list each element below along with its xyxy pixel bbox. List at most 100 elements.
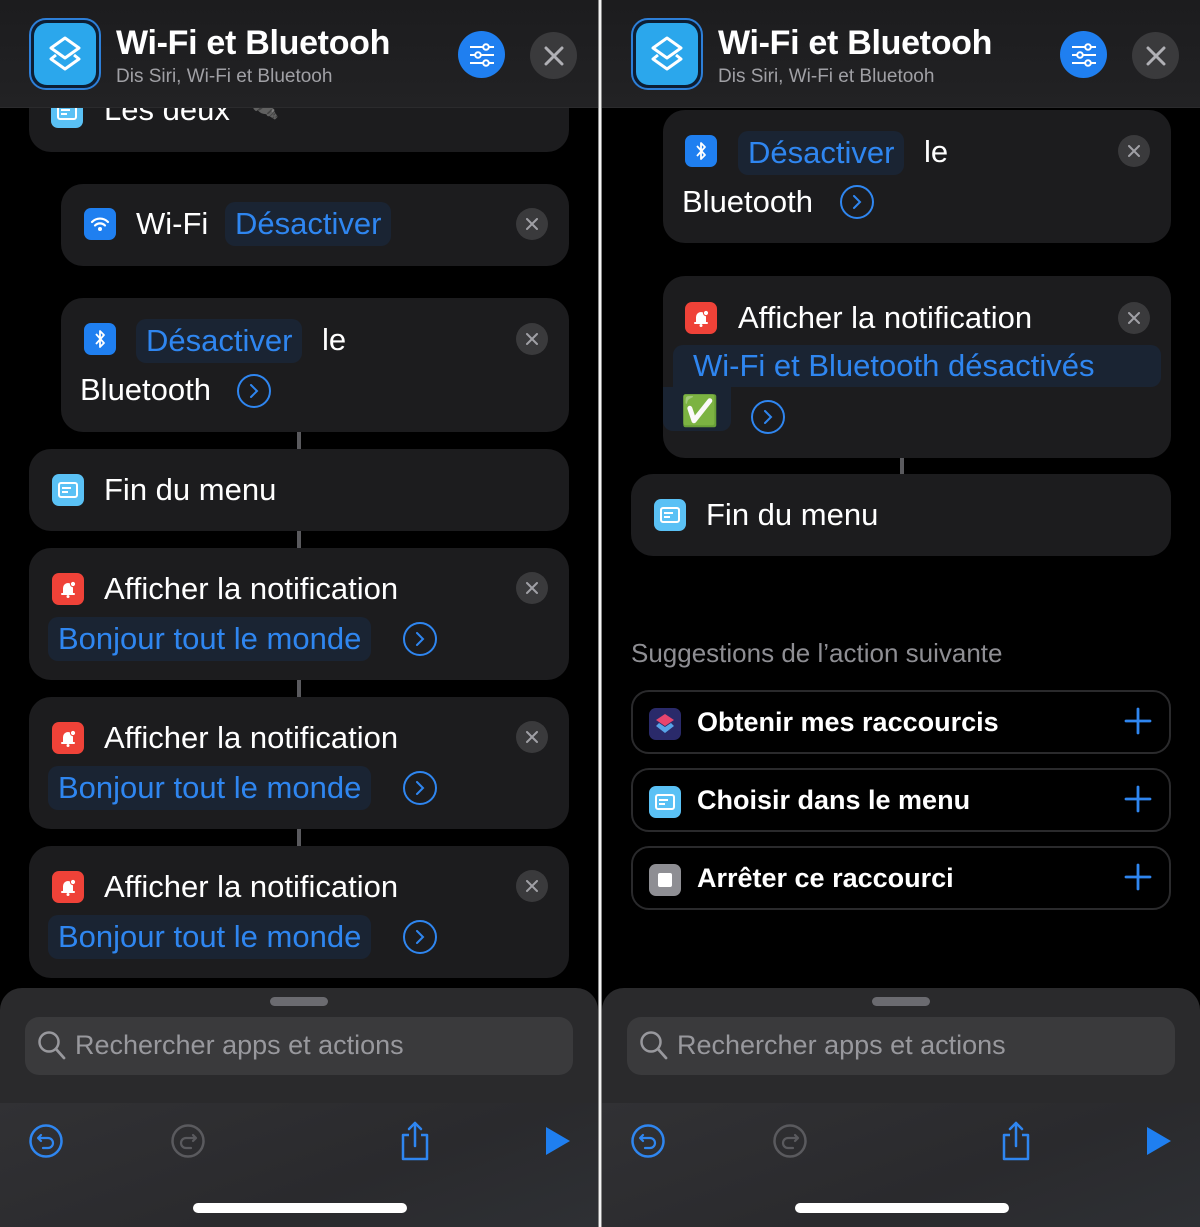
wifi-action-card[interactable]: Wi-Fi Désactiver bbox=[61, 184, 569, 266]
menu-icon bbox=[52, 474, 84, 506]
remove-action-button[interactable] bbox=[516, 870, 548, 902]
end-menu-card[interactable]: Fin du menu bbox=[29, 449, 569, 531]
notification-text-param[interactable]: Wi-Fi et Bluetooth désactivés bbox=[693, 348, 1094, 384]
flow-connector bbox=[297, 680, 301, 697]
check-emoji: ✅ bbox=[681, 395, 719, 428]
menu-icon bbox=[649, 786, 681, 818]
run-play-button[interactable] bbox=[535, 1119, 579, 1163]
notification-action-label: Afficher la notification bbox=[104, 571, 399, 606]
shortcut-title[interactable]: Wi-Fi et Bluetooh bbox=[116, 24, 390, 63]
notification-action-label: Afficher la notification bbox=[104, 869, 399, 904]
search-placeholder: Rechercher apps et actions bbox=[75, 1030, 404, 1060]
settings-sliders-button[interactable] bbox=[1060, 31, 1107, 78]
bluetooth-action-card[interactable]: Désactiver le Bluetooth bbox=[663, 110, 1171, 243]
notification-action-card[interactable]: Afficher la notification Wi-Fi et Blueto… bbox=[663, 276, 1171, 458]
undo-button[interactable] bbox=[24, 1119, 68, 1163]
notification-text-param[interactable]: Bonjour tout le monde bbox=[48, 617, 372, 661]
expand-chevron-icon[interactable] bbox=[403, 771, 437, 805]
suggestion-item[interactable]: Arrêter ce raccourci bbox=[631, 846, 1171, 910]
shortcut-header: Wi-Fi et Bluetooh Dis Siri, Wi-Fi et Blu… bbox=[602, 0, 1200, 108]
share-button[interactable] bbox=[393, 1119, 437, 1163]
shortcuts-icon bbox=[649, 708, 681, 740]
home-indicator bbox=[193, 1203, 407, 1213]
shortcut-header: Wi-Fi et Bluetooh Dis Siri, Wi-Fi et Blu… bbox=[0, 0, 598, 108]
notification-action-card[interactable]: Afficher la notification Bonjour tout le… bbox=[29, 697, 569, 829]
suggestion-label: Obtenir mes raccourcis bbox=[697, 707, 999, 737]
notification-text-param[interactable]: Bonjour tout le monde bbox=[48, 915, 372, 959]
shortcut-subtitle: Dis Siri, Wi-Fi et Bluetooh bbox=[116, 66, 333, 87]
share-button[interactable] bbox=[994, 1119, 1038, 1163]
suggestion-item[interactable]: Obtenir mes raccourcis bbox=[631, 690, 1171, 754]
shortcut-app-icon[interactable] bbox=[631, 18, 703, 90]
end-menu-label: Fin du menu bbox=[104, 472, 277, 507]
notification-action-card[interactable]: Afficher la notification Bonjour tout le… bbox=[29, 846, 569, 978]
editor-pane-right: Désactiver le Bluetooth Afficher la noti… bbox=[602, 0, 1200, 1227]
search-input[interactable]: Rechercher apps et actions bbox=[25, 1017, 573, 1075]
notification-action-label: Afficher la notification bbox=[738, 300, 1033, 335]
close-button[interactable] bbox=[530, 32, 577, 79]
bluetooth-action-label: Bluetooth bbox=[682, 184, 813, 219]
sheet-grabber[interactable] bbox=[270, 997, 328, 1006]
suggestion-item[interactable]: Choisir dans le menu bbox=[631, 768, 1171, 832]
flow-connector bbox=[297, 829, 301, 846]
end-menu-card[interactable]: Fin du menu bbox=[631, 474, 1171, 556]
remove-action-button[interactable] bbox=[516, 572, 548, 604]
home-indicator bbox=[795, 1203, 1009, 1213]
search-icon bbox=[37, 1030, 67, 1067]
notification-bell-icon bbox=[52, 573, 84, 605]
shortcut-app-icon[interactable] bbox=[29, 18, 101, 90]
notification-bell-icon bbox=[52, 722, 84, 754]
flow-connector bbox=[297, 531, 301, 548]
notification-text-param[interactable]: Bonjour tout le monde bbox=[48, 766, 372, 810]
action-search-sheet: Rechercher apps et actions bbox=[0, 988, 598, 1103]
remove-action-button[interactable] bbox=[1118, 302, 1150, 334]
wifi-icon bbox=[84, 208, 116, 240]
bluetooth-icon bbox=[685, 135, 717, 167]
close-button[interactable] bbox=[1132, 32, 1179, 79]
remove-action-button[interactable] bbox=[516, 208, 548, 240]
expand-chevron-icon[interactable] bbox=[403, 622, 437, 656]
undo-button[interactable] bbox=[626, 1119, 670, 1163]
remove-action-button[interactable] bbox=[516, 721, 548, 753]
suggestion-label: Arrêter ce raccourci bbox=[697, 863, 954, 893]
search-input[interactable]: Rechercher apps et actions bbox=[627, 1017, 1175, 1075]
expand-chevron-icon[interactable] bbox=[840, 185, 874, 219]
expand-chevron-icon[interactable] bbox=[403, 920, 437, 954]
bottom-toolbar bbox=[0, 1103, 598, 1227]
add-plus-icon[interactable] bbox=[1123, 706, 1153, 736]
add-plus-icon[interactable] bbox=[1123, 784, 1153, 814]
bluetooth-action-word: le bbox=[924, 134, 949, 169]
suggestions-heading: Suggestions de l’action suivante bbox=[631, 638, 1003, 668]
expand-chevron-icon[interactable] bbox=[237, 374, 271, 408]
redo-button[interactable] bbox=[166, 1119, 210, 1163]
wifi-state-param[interactable]: Désactiver bbox=[225, 202, 392, 246]
shortcut-subtitle: Dis Siri, Wi-Fi et Bluetooh bbox=[718, 66, 935, 87]
notification-action-card[interactable]: Afficher la notification Bonjour tout le… bbox=[29, 548, 569, 680]
sheet-grabber[interactable] bbox=[872, 997, 930, 1006]
settings-sliders-button[interactable] bbox=[458, 31, 505, 78]
remove-action-button[interactable] bbox=[1118, 135, 1150, 167]
expand-chevron-icon[interactable] bbox=[751, 400, 785, 434]
stop-icon bbox=[649, 864, 681, 896]
bluetooth-state-param[interactable]: Désactiver bbox=[136, 319, 303, 363]
menu-icon bbox=[654, 499, 686, 531]
add-plus-icon[interactable] bbox=[1123, 862, 1153, 892]
run-play-button[interactable] bbox=[1136, 1119, 1180, 1163]
action-search-sheet: Rechercher apps et actions bbox=[602, 988, 1200, 1103]
bluetooth-action-word: le bbox=[322, 322, 347, 357]
suggestion-label: Choisir dans le menu bbox=[697, 785, 971, 815]
bluetooth-action-card[interactable]: Désactiver le Bluetooth bbox=[61, 298, 569, 432]
bluetooth-state-param[interactable]: Désactiver bbox=[738, 131, 905, 175]
shortcut-title[interactable]: Wi-Fi et Bluetooh bbox=[718, 24, 992, 63]
bottom-toolbar bbox=[602, 1103, 1200, 1227]
bluetooth-action-label: Bluetooth bbox=[80, 372, 211, 407]
redo-button[interactable] bbox=[768, 1119, 812, 1163]
notification-bell-icon bbox=[52, 871, 84, 903]
notification-action-label: Afficher la notification bbox=[104, 720, 399, 755]
remove-action-button[interactable] bbox=[516, 323, 548, 355]
editor-pane-left: Les deux 🔌 Wi-Fi Désactiver Désactiver l… bbox=[0, 0, 598, 1227]
notification-bell-icon bbox=[685, 302, 717, 334]
flow-connector bbox=[297, 432, 301, 449]
wifi-action-label: Wi-Fi bbox=[136, 206, 209, 241]
search-icon bbox=[639, 1030, 669, 1067]
